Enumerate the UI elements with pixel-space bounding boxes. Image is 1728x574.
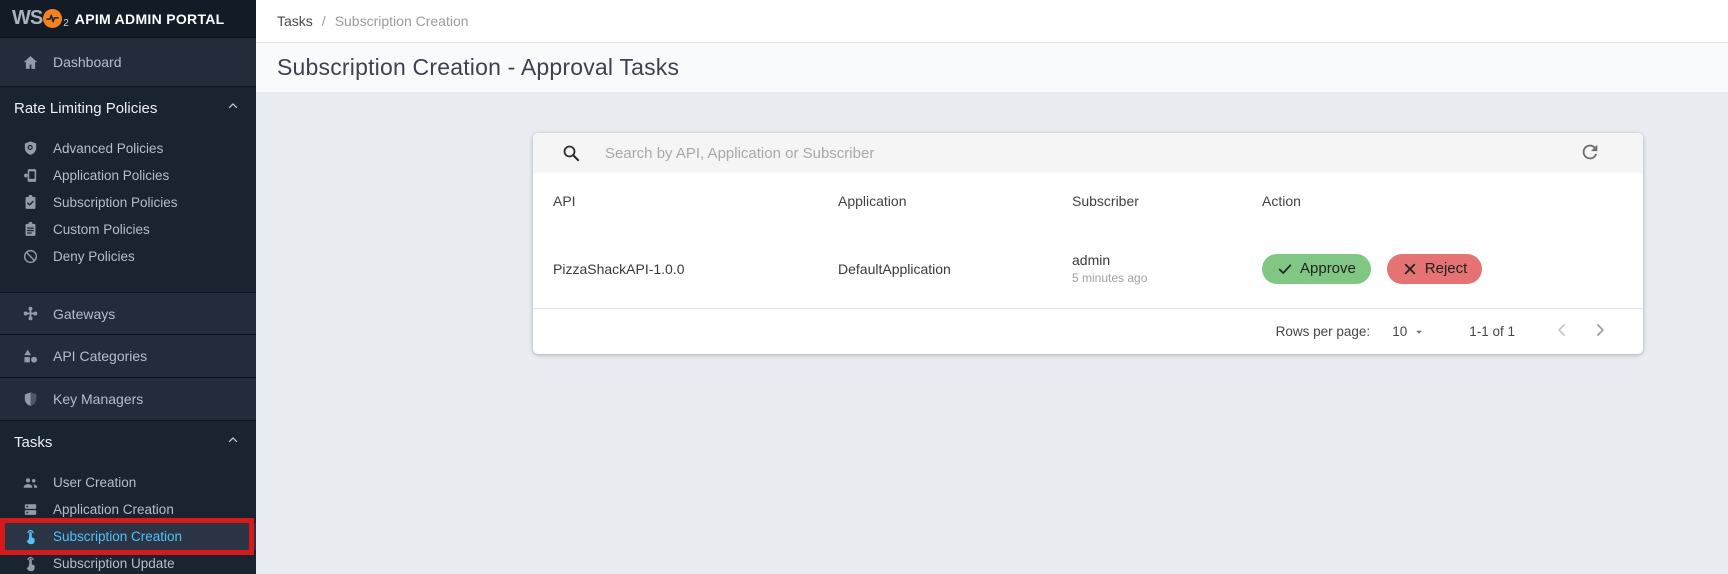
cell-application: DefaultApplication bbox=[838, 260, 951, 277]
sidebar-item-key-managers[interactable]: Key Managers bbox=[0, 378, 256, 421]
search-input[interactable] bbox=[605, 144, 1577, 162]
logo-ws-text: WS bbox=[12, 7, 43, 29]
rate-limiting-items: Advanced Policies Application Policies S… bbox=[0, 135, 256, 270]
sidebar-item-application-creation[interactable]: Application Creation bbox=[0, 496, 256, 523]
breadcrumb: Tasks / Subscription Creation bbox=[256, 0, 1728, 43]
app-logo[interactable]: WS 2 APIM ADMIN PORTAL bbox=[0, 0, 256, 37]
sidebar-standalone-items: Gateways API Categories Key Managers bbox=[0, 292, 256, 421]
title-bar: Subscription Creation - Approval Tasks bbox=[256, 43, 1728, 92]
refresh-button[interactable] bbox=[1577, 140, 1603, 166]
breadcrumb-parent[interactable]: Tasks bbox=[277, 13, 313, 29]
shield-half-icon bbox=[22, 391, 39, 408]
page-title: Subscription Creation - Approval Tasks bbox=[277, 54, 680, 80]
sidebar-item-label: Gateways bbox=[53, 305, 116, 322]
column-header-application: Application bbox=[838, 193, 907, 209]
sidebar-item-advanced-policies[interactable]: Advanced Policies bbox=[0, 135, 256, 162]
search-icon bbox=[561, 143, 581, 163]
clipboard-check-icon bbox=[22, 194, 39, 211]
cell-subscriber: admin 5 minutes ago bbox=[1072, 252, 1262, 285]
refresh-icon bbox=[1579, 144, 1601, 166]
subscriber-name: admin bbox=[1072, 252, 1111, 268]
sidebar-item-custom-policies[interactable]: Custom Policies bbox=[0, 216, 256, 243]
sidebar-item-user-creation[interactable]: User Creation bbox=[0, 469, 256, 496]
table-row: PizzaShackAPI-1.0.0 DefaultApplication a… bbox=[533, 229, 1643, 309]
sidebar-section-tasks[interactable]: Tasks bbox=[0, 421, 256, 463]
sidebar-item-label: Custom Policies bbox=[53, 222, 150, 237]
sidebar-item-subscription-creation[interactable]: Subscription Creation bbox=[0, 518, 256, 555]
approval-tasks-card: API Application Subscriber Action PizzaS… bbox=[533, 133, 1643, 354]
logo-sub-text: 2 bbox=[63, 17, 69, 29]
section-header-label: Rate Limiting Policies bbox=[14, 99, 158, 117]
logo-pulse-icon bbox=[43, 9, 63, 28]
column-header-api: API bbox=[553, 193, 576, 209]
rows-per-page-label: Rows per page: bbox=[1275, 324, 1371, 339]
reject-button[interactable]: Reject bbox=[1386, 253, 1483, 284]
sidebar-item-label: Subscription Policies bbox=[53, 195, 178, 210]
rows-per-page-select[interactable]: 10 bbox=[1392, 324, 1425, 339]
approve-button-label: Approve bbox=[1300, 260, 1356, 277]
subscriber-time: 5 minutes ago bbox=[1072, 271, 1148, 285]
sidebar-item-label: Application Creation bbox=[53, 502, 174, 517]
rows-per-page-value: 10 bbox=[1392, 324, 1408, 339]
sidebar: WS 2 APIM ADMIN PORTAL Dashboard Rate Li… bbox=[0, 0, 256, 574]
cell-action: Approve Reject bbox=[1262, 253, 1643, 284]
sidebar-item-subscription-policies[interactable]: Subscription Policies bbox=[0, 189, 256, 216]
content-area: API Application Subscriber Action PizzaS… bbox=[256, 92, 1728, 574]
cell-api: PizzaShackAPI-1.0.0 bbox=[553, 260, 685, 277]
approve-button[interactable]: Approve bbox=[1262, 253, 1371, 284]
sidebar-item-label: API Categories bbox=[53, 348, 148, 364]
mobile-policy-icon bbox=[22, 167, 39, 184]
sidebar-section-rate-limiting-policies[interactable]: Rate Limiting Policies bbox=[0, 87, 256, 129]
section-header-label: Tasks bbox=[14, 433, 53, 451]
caret-down-icon bbox=[1413, 326, 1425, 338]
users-icon bbox=[22, 474, 39, 491]
breadcrumb-separator: / bbox=[321, 13, 326, 29]
gateway-icon bbox=[22, 305, 39, 322]
stack-icon bbox=[22, 501, 39, 518]
pagination-bar: Rows per page: 10 1-1 of 1 bbox=[533, 309, 1643, 354]
sidebar-item-label: Advanced Policies bbox=[53, 141, 164, 156]
logo-title: APIM ADMIN PORTAL bbox=[74, 10, 225, 27]
sidebar-item-label: Deny Policies bbox=[53, 249, 135, 264]
pagination-range: 1-1 of 1 bbox=[1469, 324, 1515, 339]
clipboard-lines-icon bbox=[22, 221, 39, 238]
sidebar-item-label: Subscription Update bbox=[53, 556, 175, 571]
categories-icon bbox=[22, 348, 39, 365]
sidebar-item-label: Key Managers bbox=[53, 391, 144, 407]
sidebar-item-label: Application Policies bbox=[53, 168, 170, 183]
search-bar bbox=[533, 133, 1643, 173]
column-header-subscriber: Subscriber bbox=[1072, 193, 1139, 209]
reject-button-label: Reject bbox=[1424, 260, 1468, 277]
main-area: Tasks / Subscription Creation Subscripti… bbox=[256, 0, 1728, 574]
sidebar-item-label: User Creation bbox=[53, 475, 137, 490]
touch-icon bbox=[22, 528, 39, 545]
sidebar-item-gateways[interactable]: Gateways bbox=[0, 292, 256, 335]
home-icon bbox=[22, 54, 39, 71]
x-icon bbox=[1404, 263, 1415, 274]
check-icon bbox=[1278, 263, 1292, 274]
deny-icon bbox=[22, 248, 39, 265]
tasks-items: User Creation Application Creation Subsc… bbox=[0, 469, 256, 574]
sidebar-item-label: Dashboard bbox=[53, 54, 122, 70]
chevron-left-icon bbox=[1558, 324, 1565, 336]
shield-search-icon bbox=[22, 140, 39, 157]
touch-icon bbox=[22, 555, 39, 572]
table-header-row: API Application Subscriber Action bbox=[533, 173, 1643, 229]
previous-page-button[interactable] bbox=[1549, 319, 1575, 345]
sidebar-item-api-categories[interactable]: API Categories bbox=[0, 335, 256, 378]
breadcrumb-current: Subscription Creation bbox=[334, 13, 469, 29]
next-page-button[interactable] bbox=[1587, 319, 1613, 345]
sidebar-item-deny-policies[interactable]: Deny Policies bbox=[0, 243, 256, 270]
sidebar-item-label: Subscription Creation bbox=[53, 529, 183, 544]
sidebar-item-subscription-update[interactable]: Subscription Update bbox=[0, 550, 256, 574]
sidebar-item-application-policies[interactable]: Application Policies bbox=[0, 162, 256, 189]
sidebar-item-dashboard[interactable]: Dashboard bbox=[0, 37, 256, 87]
chevron-right-icon bbox=[1597, 324, 1604, 336]
chevron-up-icon bbox=[226, 433, 240, 451]
chevron-up-icon bbox=[226, 99, 240, 117]
column-header-action: Action bbox=[1262, 193, 1301, 209]
